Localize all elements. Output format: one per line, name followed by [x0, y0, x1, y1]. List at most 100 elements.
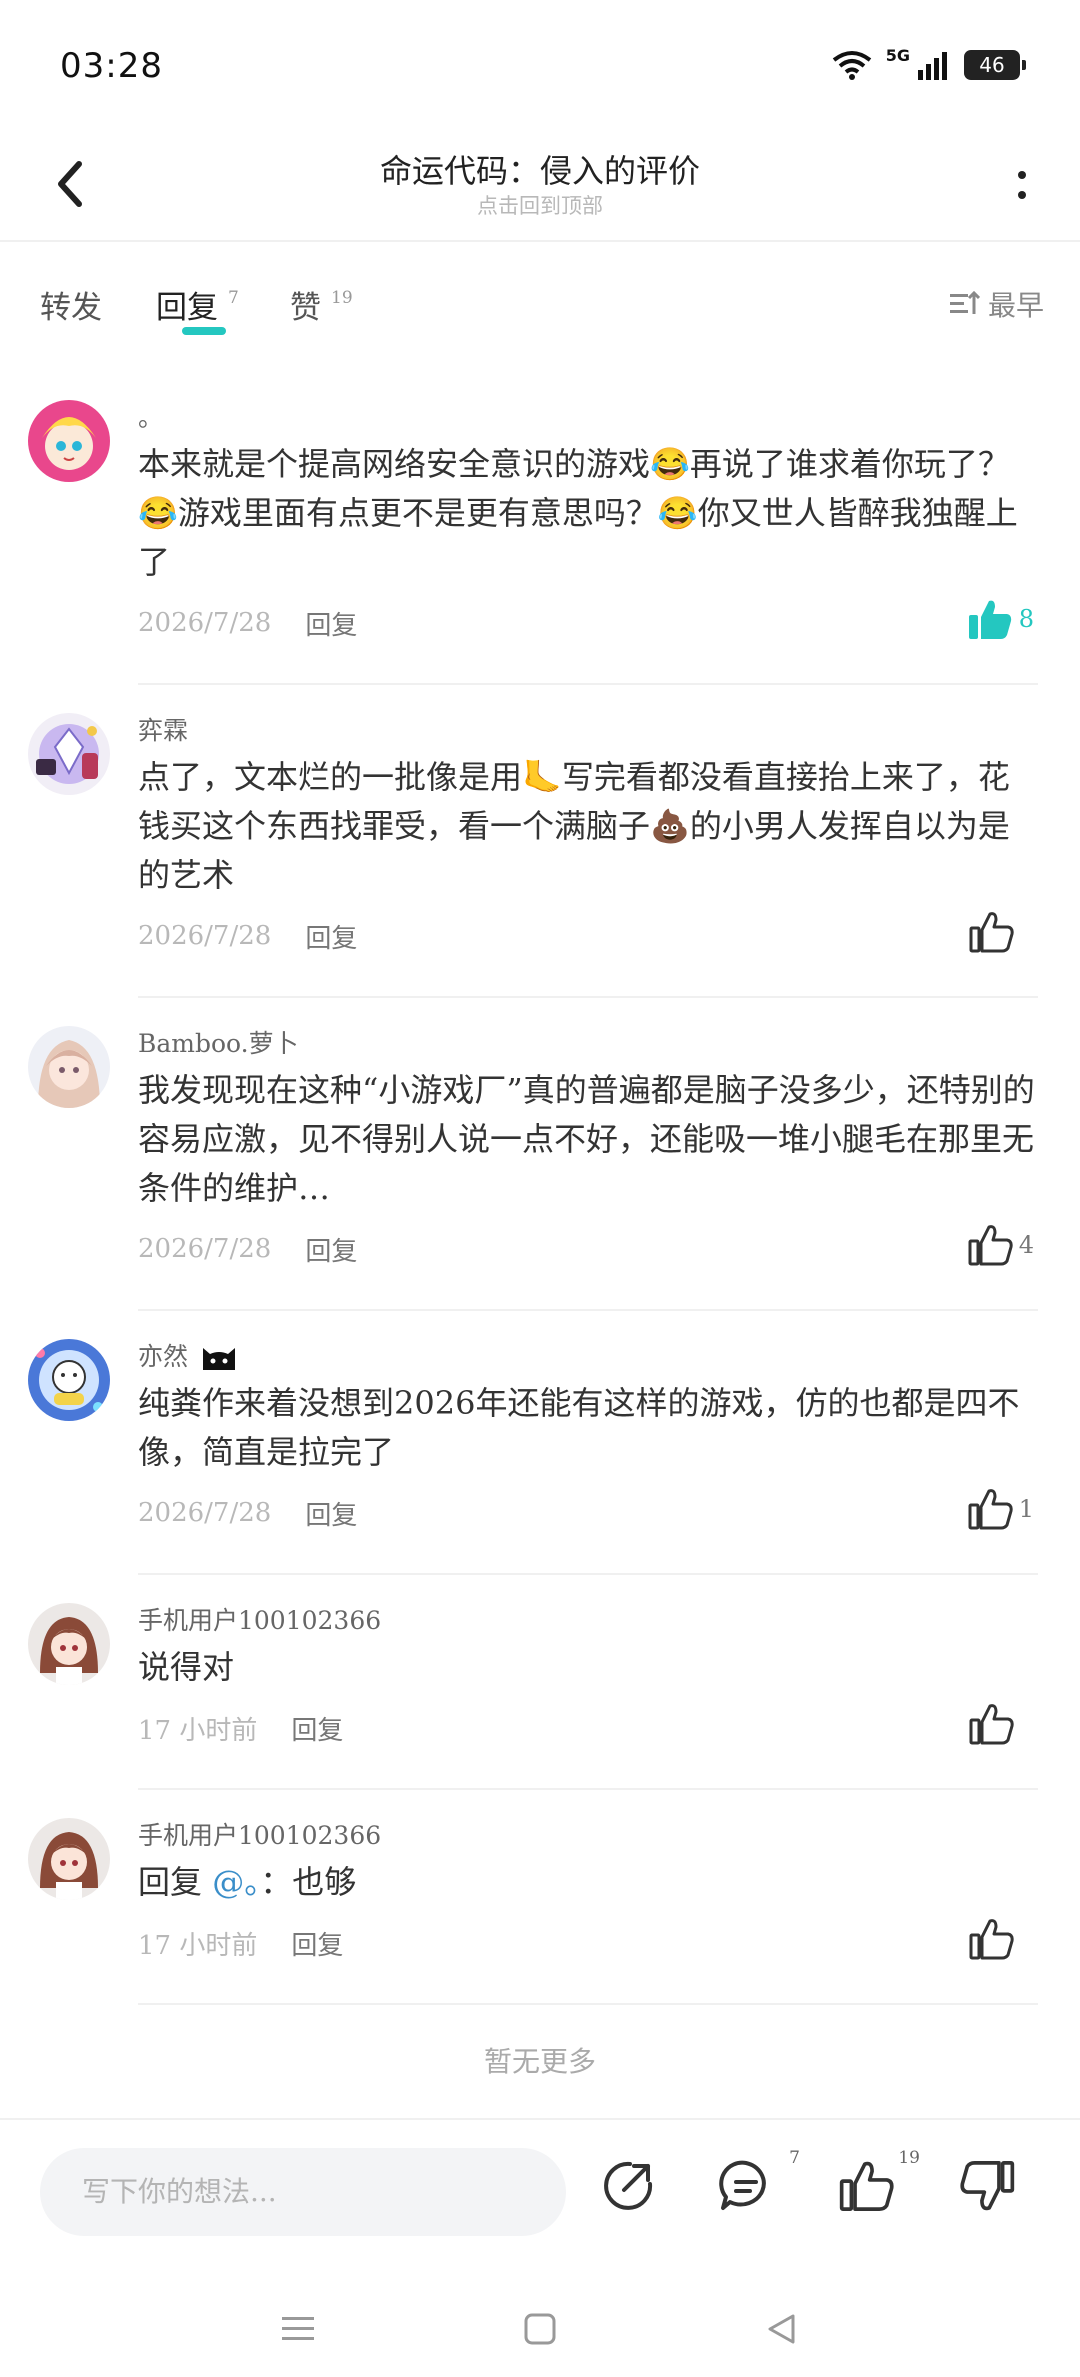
comments-button[interactable]: 7 [714, 2148, 800, 2218]
thumbs-up-icon [969, 912, 1014, 953]
network-label: 5G [885, 45, 910, 65]
status-bar: 03:28 5G 46 [0, 0, 1080, 130]
sort-label: 最早 [987, 289, 1044, 322]
thumbs-up-icon [969, 1919, 1014, 1960]
comment-item: 手机用户100102366 说得对 17 小时前 回复 [0, 1575, 1080, 1790]
signal-icon [918, 52, 947, 80]
tab-count: 7 [228, 288, 239, 308]
tab-repost[interactable]: 转发 [40, 282, 102, 327]
avatar[interactable] [28, 1026, 110, 1108]
comment-author[interactable]: 手机用户100102366 [138, 1818, 1038, 1854]
like-button[interactable] [968, 1917, 1034, 1961]
tab-likes[interactable]: 赞 19 [290, 282, 353, 327]
mention-link[interactable]: @。 [212, 1863, 260, 1901]
like-count: 8 [1018, 605, 1034, 633]
thumbs-up-icon [968, 1225, 1013, 1266]
like-button[interactable] [968, 1702, 1034, 1746]
comment-icon [719, 2160, 766, 2210]
comment-item: 亦然 纯粪作来着没想到2026年还能有这样的游戏，仿的也都是四不像，简直是拉完了… [0, 1311, 1080, 1575]
thumbs-up-icon [969, 1704, 1014, 1745]
comment-text: 纯粪作来着没想到2026年还能有这样的游戏，仿的也都是四不像，简直是拉完了 [138, 1384, 1020, 1471]
comment-author[interactable]: 亦然 [138, 1339, 1038, 1375]
comment-count: 7 [789, 2148, 800, 2168]
reply-prefix: 回复 [138, 1863, 213, 1901]
tab-replies[interactable]: 回复 7 [156, 282, 239, 335]
reply-button[interactable]: 回复 [291, 1925, 343, 1962]
like-button[interactable] [968, 910, 1034, 954]
reply-button[interactable]: 回复 [305, 918, 357, 955]
system-nav-bar [0, 2273, 1080, 2377]
comment-list: 。 本来就是个提高网络安全意识的游戏😂再说了谁求着你玩了？😂游戏里面有点更不是更… [0, 372, 1080, 2005]
like-count: 4 [1018, 1231, 1034, 1259]
comment-date: 17 小时前 [138, 1715, 258, 1746]
comment-author[interactable]: 。 [138, 400, 1038, 436]
dislike-button[interactable] [956, 2154, 1020, 2218]
tab-bar: 转发 回复 7 赞 19 最早 [0, 270, 1080, 340]
comment-author[interactable]: Bamboo.萝卜 [138, 1026, 1038, 1062]
comment-input[interactable]: 写下你的想法... [40, 2148, 566, 2236]
like-post-button[interactable]: 19 [834, 2148, 920, 2218]
comment-author[interactable]: 手机用户100102366 [138, 1603, 1038, 1639]
tab-label: 转发 [40, 290, 102, 326]
divider [138, 2003, 1038, 2005]
comment-date: 2026/7/28 [138, 608, 272, 638]
comment-date: 17 小时前 [138, 1930, 258, 1961]
reply-button[interactable]: 回复 [305, 1231, 357, 1268]
comment-item: 。 本来就是个提高网络安全意识的游戏😂再说了谁求着你玩了？😂游戏里面有点更不是更… [0, 372, 1080, 685]
comment-meta: 2026/7/28 回复 [138, 906, 1038, 966]
bottom-action-bar: 写下你的想法... 7 19 [0, 2118, 1080, 2275]
thumbs-up-icon [839, 2161, 894, 2211]
home-icon [524, 2313, 556, 2345]
share-icon [604, 2161, 653, 2210]
comment-meta: 2026/7/28 回复 8 [138, 593, 1038, 653]
comment-meta: 2026/7/28 回复 4 [138, 1219, 1038, 1279]
comment-date: 2026/7/28 [138, 1498, 272, 1528]
avatar[interactable] [28, 713, 110, 795]
tab-label: 赞 [290, 290, 321, 326]
tab-label: 回复 [156, 290, 218, 326]
active-tab-indicator [182, 327, 226, 335]
menu-icon [282, 2317, 314, 2340]
like-button[interactable]: 8 [967, 597, 1034, 641]
share-button[interactable] [596, 2154, 660, 2218]
battery-level: 46 [979, 53, 1005, 77]
avatar[interactable] [28, 1818, 110, 1900]
reply-suffix: ：也够 [260, 1863, 357, 1901]
comment-author[interactable]: 弈霖 [138, 713, 1038, 749]
comment-item: 手机用户100102366 回复 @。：也够 17 小时前 回复 [0, 1790, 1080, 2005]
avatar[interactable] [28, 400, 110, 482]
like-button[interactable]: 1 [967, 1487, 1034, 1531]
header: 命运代码：侵入的评价 点击回到顶部 [0, 130, 1080, 242]
back-triangle-icon [768, 2314, 795, 2344]
comment-meta: 2026/7/28 回复 1 [138, 1483, 1038, 1543]
page-title[interactable]: 命运代码：侵入的评价 [0, 146, 1080, 192]
comment-date: 2026/7/28 [138, 921, 272, 951]
no-more-label: 暂无更多 [483, 2045, 596, 2078]
cat-badge-icon [203, 1348, 236, 1370]
reply-button[interactable]: 回复 [305, 1495, 357, 1532]
thumbs-down-icon [960, 2161, 1015, 2211]
comment-text: 我发现现在这种“小游戏厂”真的普遍都是脑子没多少，还特别的容易应激，见不得别人说… [138, 1071, 1035, 1207]
home-button[interactable] [510, 2299, 570, 2359]
scroll-to-top-hint[interactable]: 点击回到顶部 [0, 190, 1080, 220]
more-button[interactable] [1002, 160, 1042, 210]
avatar[interactable] [28, 1603, 110, 1685]
tab-count: 19 [331, 288, 353, 308]
comment-meta: 17 小时前 回复 [138, 1913, 1038, 1973]
battery-indicator: 46 [964, 50, 1026, 80]
comment-item: Bamboo.萝卜 我发现现在这种“小游戏厂”真的普遍都是脑子没多少，还特别的容… [0, 998, 1080, 1311]
system-back-button[interactable] [752, 2299, 812, 2359]
like-button[interactable]: 4 [967, 1223, 1034, 1267]
reply-button[interactable]: 回复 [305, 605, 357, 642]
reply-button[interactable]: 回复 [291, 1710, 343, 1747]
comment-item: 弈霖 点了，文本烂的一批像是用🦶写完看都没看直接抬上来了，花钱买这个东西找罪受，… [0, 685, 1080, 998]
sort-button[interactable]: 最早 [949, 284, 1044, 324]
comment-text: 说得对 [138, 1648, 235, 1686]
sort-icon [949, 290, 980, 314]
like-count: 19 [898, 2148, 920, 2168]
avatar[interactable] [28, 1339, 110, 1421]
recents-button[interactable] [268, 2299, 328, 2359]
wifi-icon [832, 51, 871, 80]
thumbs-up-icon [968, 600, 1011, 639]
thumbs-up-icon [968, 1489, 1013, 1530]
